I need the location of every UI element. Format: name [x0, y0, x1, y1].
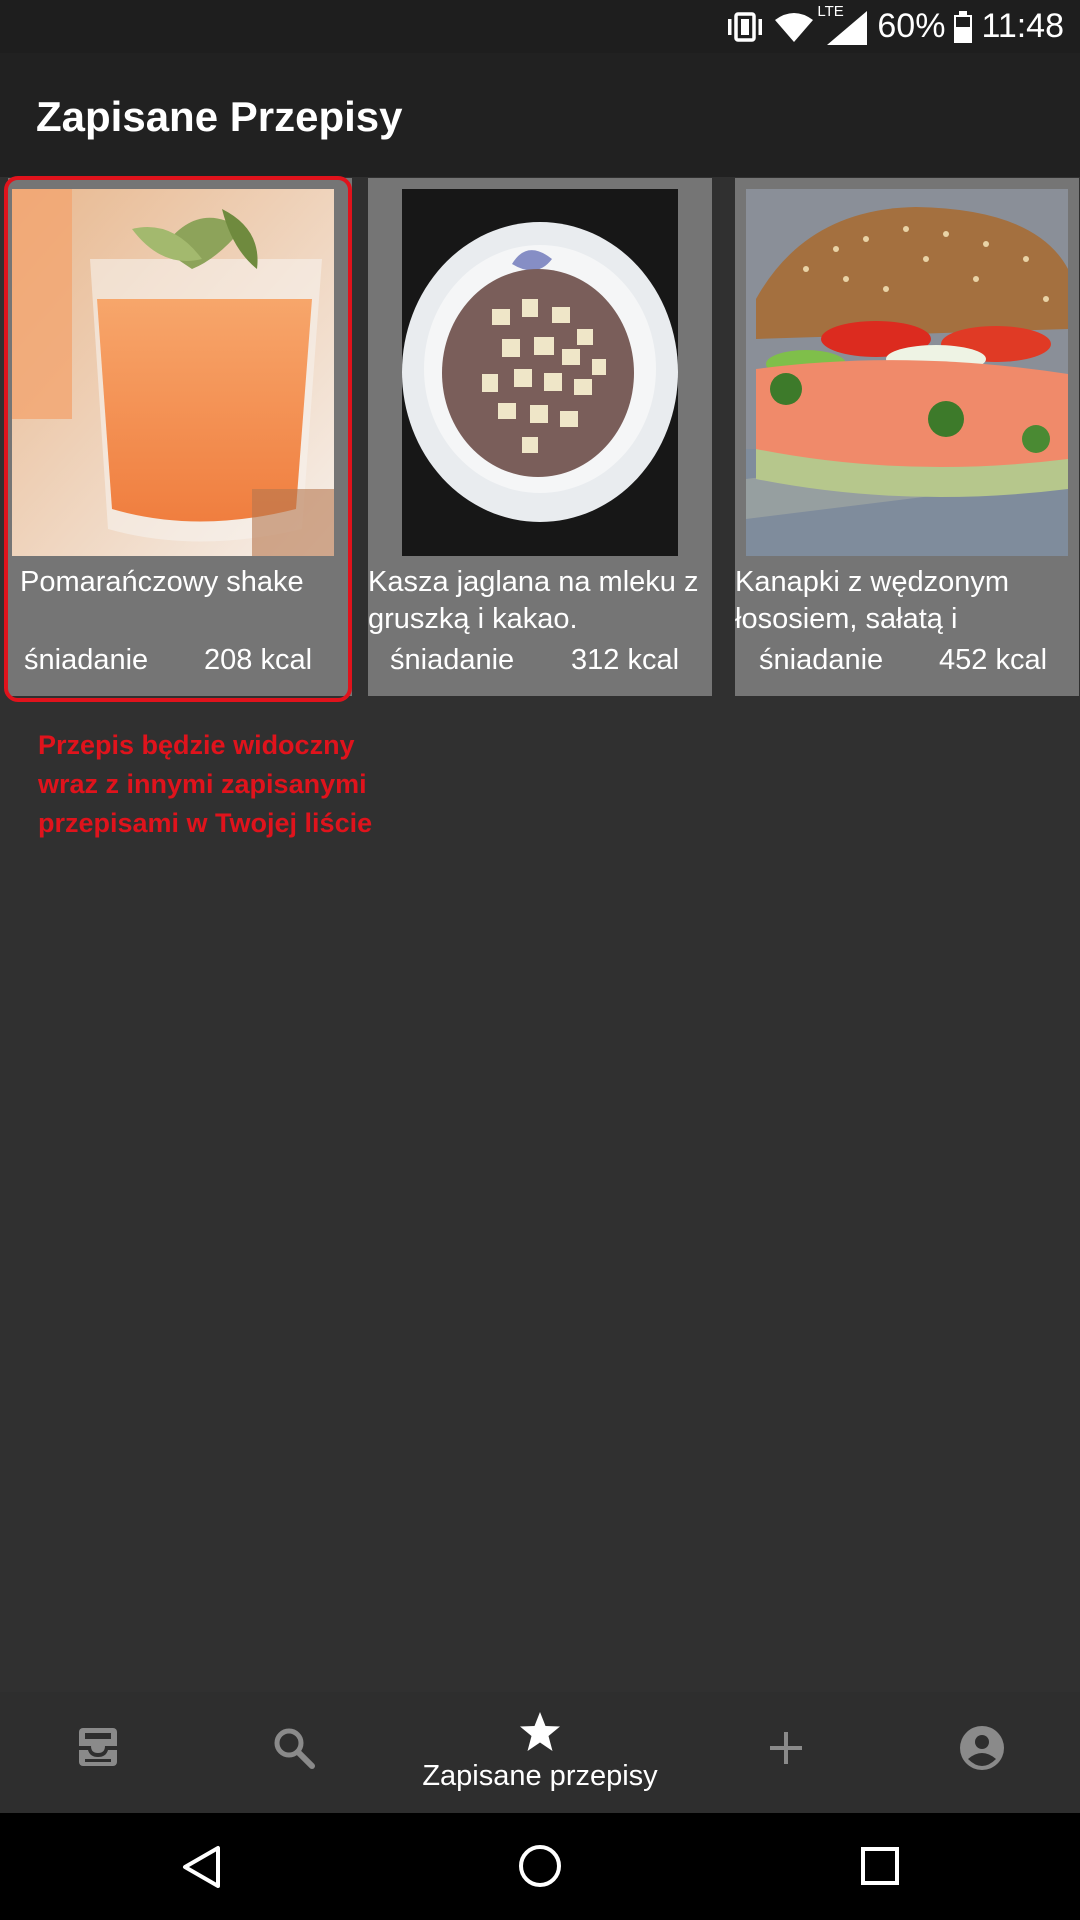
account-icon: [959, 1725, 1005, 1776]
vibrate-icon: [725, 10, 765, 44]
recipe-card[interactable]: Kanapki z wędzonym łososiem, sałatą i śn…: [735, 178, 1079, 696]
nav-item-add[interactable]: [688, 1692, 884, 1813]
highlight-frame: [4, 176, 352, 702]
battery-percent: 60%: [877, 7, 946, 45]
recipe-kcal: 312 kcal: [571, 644, 680, 676]
recipe-kcal: 452 kcal: [939, 644, 1048, 676]
recipe-title: Kanapki z wędzonym łososiem, sałatą i: [735, 566, 1010, 635]
nav-item-account[interactable]: [884, 1692, 1080, 1813]
recents-icon[interactable]: [860, 1846, 900, 1891]
nav-item-inbox[interactable]: [0, 1692, 196, 1813]
status-bar: LTE 60% 11:48: [0, 0, 1080, 53]
recipe-meta: śniadanie 312 kcal: [368, 644, 712, 684]
nav-label-saved-recipes: Zapisane przepisy: [422, 1760, 658, 1792]
nav-item-search[interactable]: [196, 1692, 392, 1813]
back-icon[interactable]: [180, 1844, 222, 1895]
salmon-sandwich-photo: [746, 189, 1068, 556]
cell-signal-icon: LTE: [817, 3, 869, 47]
home-icon[interactable]: [518, 1844, 562, 1893]
plus-icon: [768, 1730, 804, 1771]
wifi-icon: [773, 10, 815, 44]
battery-icon: [953, 10, 973, 44]
page-title: Zapisane Przepisy: [36, 93, 403, 140]
recipe-card[interactable]: Kasza jaglana na mleku z gruszką i kakao…: [368, 178, 712, 696]
system-nav-bar: [0, 1813, 1080, 1920]
recipe-category: śniadanie: [759, 644, 884, 676]
clock: 11:48: [981, 7, 1064, 45]
bottom-nav: Zapisane przepisy: [0, 1692, 1080, 1813]
recipe-category: śniadanie: [390, 644, 515, 676]
search-icon: [272, 1726, 316, 1775]
recipe-meta: śniadanie 452 kcal: [735, 644, 1079, 684]
annotation-text: Przepis będzie widoczny wraz z innymi za…: [38, 730, 373, 838]
inbox-icon: [77, 1726, 119, 1773]
nav-item-saved-recipes[interactable]: Zapisane przepisy: [392, 1692, 688, 1813]
millet-porridge-photo: [402, 189, 678, 556]
recipe-title: Kasza jaglana na mleku z gruszką i kakao…: [368, 566, 699, 635]
star-icon: [518, 1710, 562, 1759]
app-bar: Zapisane Przepisy: [0, 53, 1080, 177]
